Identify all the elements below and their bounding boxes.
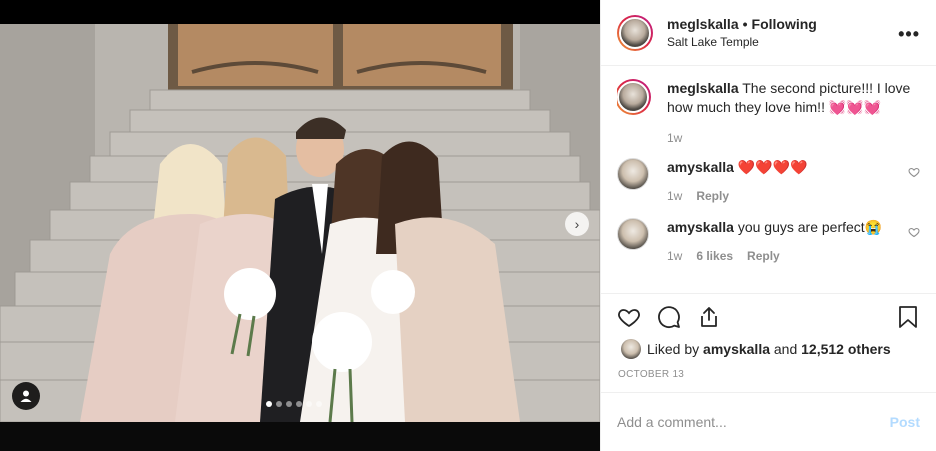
liker-username[interactable]: amyskalla bbox=[703, 341, 770, 357]
heart-icon[interactable] bbox=[617, 305, 641, 329]
comment-time[interactable]: 1w bbox=[667, 247, 682, 266]
comment-likes[interactable]: 6 likes bbox=[696, 247, 733, 266]
caption-time[interactable]: 1w bbox=[667, 129, 682, 148]
like-comment-heart-icon[interactable] bbox=[908, 226, 920, 238]
caption-avatar[interactable] bbox=[617, 79, 651, 115]
comments-list[interactable]: meglskalla The second picture!!! I love … bbox=[617, 79, 920, 289]
chevron-right-icon[interactable]: › bbox=[565, 212, 589, 236]
header-separator: • bbox=[742, 16, 748, 32]
caption-body: meglskalla The second picture!!! I love … bbox=[667, 79, 917, 148]
carousel-dot[interactable] bbox=[286, 401, 292, 407]
follow-button[interactable]: Following bbox=[752, 16, 817, 32]
user-tag-glyph bbox=[20, 390, 32, 402]
author-username[interactable]: meglskalla bbox=[667, 16, 739, 32]
carousel-dots bbox=[266, 401, 322, 407]
header-line: meglskalla • Following bbox=[667, 16, 817, 32]
post-comment-button[interactable]: Post bbox=[890, 414, 920, 430]
action-bar bbox=[617, 300, 920, 334]
more-horizontal-icon[interactable]: ••• bbox=[898, 24, 920, 45]
carousel-dot[interactable] bbox=[306, 401, 312, 407]
header-text: meglskalla • Following Salt Lake Temple bbox=[667, 16, 817, 49]
comment-item: amyskalla ❤️❤️❤️❤️ 1w Reply bbox=[617, 158, 920, 206]
photo-illustration bbox=[0, 24, 600, 422]
comment-meta: 1w Reply bbox=[667, 187, 917, 206]
likes-conjunction: and bbox=[773, 341, 798, 357]
commenter-avatar[interactable] bbox=[617, 158, 649, 190]
comment-item: amyskalla you guys are perfect😭 1w 6 lik… bbox=[617, 218, 920, 266]
photo-pane: › bbox=[0, 0, 600, 451]
carousel-dot[interactable] bbox=[266, 401, 272, 407]
liker-avatar[interactable] bbox=[621, 339, 641, 359]
carousel-dot[interactable] bbox=[296, 401, 302, 407]
add-comment-input[interactable] bbox=[617, 414, 890, 430]
add-comment-row: Post bbox=[601, 392, 936, 451]
caption-username[interactable]: meglskalla bbox=[667, 80, 739, 96]
post-header: meglskalla • Following Salt Lake Temple … bbox=[601, 0, 936, 66]
comment-text: you guys are perfect😭 bbox=[737, 219, 883, 235]
bookmark-icon[interactable] bbox=[896, 305, 920, 329]
user-tag-icon[interactable] bbox=[12, 382, 40, 410]
photo-bottom-strip bbox=[0, 422, 600, 451]
commenter-avatar[interactable] bbox=[617, 218, 649, 250]
likes-summary: Liked by amyskalla and 12,512 others bbox=[621, 339, 891, 359]
post-date[interactable]: OCTOBER 13 bbox=[618, 369, 684, 380]
post-photo[interactable] bbox=[0, 24, 600, 422]
likes-others-link[interactable]: 12,512 others bbox=[801, 341, 891, 357]
comment-text: ❤️❤️❤️❤️ bbox=[737, 159, 808, 175]
caption-meta: 1w bbox=[667, 129, 917, 148]
author-avatar-image bbox=[619, 16, 651, 49]
comment-time[interactable]: 1w bbox=[667, 187, 682, 206]
location-link[interactable]: Salt Lake Temple bbox=[667, 35, 817, 49]
comment-icon[interactable] bbox=[657, 305, 681, 329]
caption: meglskalla The second picture!!! I love … bbox=[617, 79, 920, 148]
author-avatar[interactable] bbox=[617, 14, 653, 51]
comment-username[interactable]: amyskalla bbox=[667, 159, 734, 175]
comment-meta: 1w 6 likes Reply bbox=[667, 247, 917, 266]
like-comment-heart-icon[interactable] bbox=[908, 166, 920, 178]
reply-button[interactable]: Reply bbox=[747, 247, 780, 266]
likes-prefix: Liked by bbox=[647, 341, 700, 357]
post-panel: meglskalla • Following Salt Lake Temple … bbox=[600, 0, 936, 451]
comment-body: amyskalla ❤️❤️❤️❤️ 1w Reply bbox=[667, 158, 917, 206]
actions-divider bbox=[601, 293, 936, 294]
comment-username[interactable]: amyskalla bbox=[667, 219, 734, 235]
share-icon[interactable] bbox=[697, 305, 721, 329]
reply-button[interactable]: Reply bbox=[696, 187, 729, 206]
carousel-dot[interactable] bbox=[316, 401, 322, 407]
carousel-dot[interactable] bbox=[276, 401, 282, 407]
comment-body: amyskalla you guys are perfect😭 1w 6 lik… bbox=[667, 218, 917, 266]
caption-avatar-image bbox=[617, 81, 649, 113]
